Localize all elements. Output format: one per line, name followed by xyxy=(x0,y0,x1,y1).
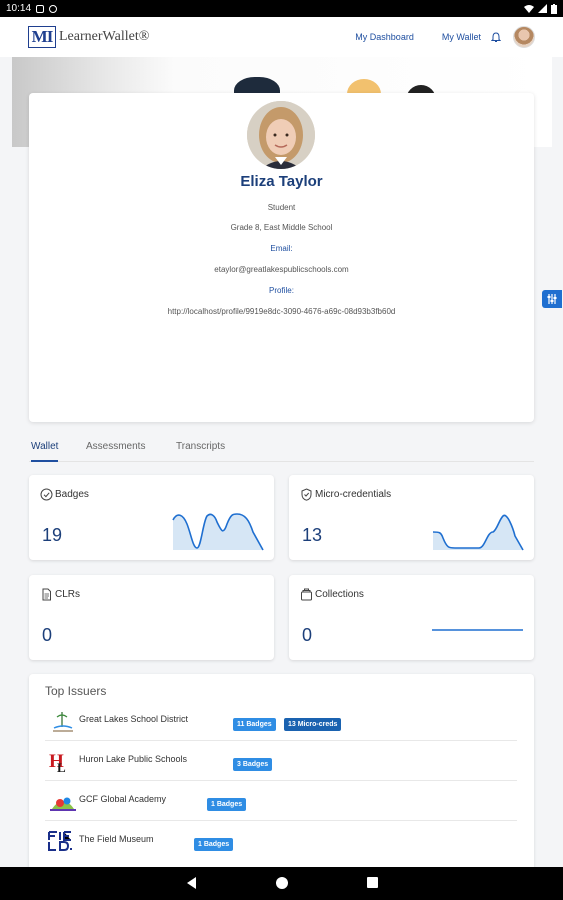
my-dashboard-link[interactable]: My Dashboard xyxy=(355,32,414,42)
recent-apps-icon[interactable] xyxy=(367,877,378,888)
clrs-label: CLRs xyxy=(55,589,81,600)
profile-name: Eliza Taylor xyxy=(240,173,323,190)
notification-icon xyxy=(36,4,45,13)
issuer-row[interactable]: Great Lakes School District 11 Badges 13… xyxy=(45,701,517,741)
logo-text: LearnerWallet® xyxy=(59,29,150,44)
profile-url-label: Profile: xyxy=(269,286,294,295)
profile-card: Eliza Taylor Student Grade 8, East Middl… xyxy=(29,93,534,422)
tab-transcripts[interactable]: Transcripts xyxy=(176,441,225,462)
badges-count: 19 xyxy=(42,525,63,545)
user-avatar[interactable] xyxy=(513,26,535,48)
issuer-name: The Field Museum xyxy=(79,834,154,844)
status-bar: 10:14 xyxy=(0,0,563,17)
field-museum-logo xyxy=(48,829,78,853)
issuer-row[interactable]: H L Huron Lake Public Schools 3 Badges xyxy=(45,741,517,781)
issuer-name: Great Lakes School District xyxy=(79,714,189,724)
badges-label: Badges xyxy=(55,489,89,500)
clrs-count: 0 xyxy=(42,625,53,645)
issuer-badge-count: 11 Badges xyxy=(233,718,276,731)
issuer-badge-count: 1 Badges xyxy=(194,838,234,851)
document-icon xyxy=(42,588,51,601)
gcf-global-logo xyxy=(50,797,76,811)
great-lakes-logo xyxy=(53,712,73,732)
clrs-card[interactable]: CLRs 0 xyxy=(29,575,274,660)
badge-check-icon xyxy=(40,488,53,501)
micro-credentials-card[interactable]: Micro-credentials 13 xyxy=(289,475,534,560)
back-icon[interactable] xyxy=(187,877,196,889)
micro-credentials-count: 13 xyxy=(302,525,323,545)
filter-button[interactable] xyxy=(542,290,562,308)
collections-label: Collections xyxy=(315,589,364,600)
profile-url[interactable]: http://localhost/profile/9919e8dc-3090-4… xyxy=(29,307,534,316)
battery-icon xyxy=(551,3,557,14)
issuer-row[interactable]: The Field Museum 1 Badges xyxy=(45,821,517,861)
issuer-name: GCF Global Academy xyxy=(79,794,167,804)
top-issuers-panel: Top Issuers Great Lakes School District … xyxy=(29,674,534,874)
sliders-icon xyxy=(547,294,557,304)
profile-school: Grade 8, East Middle School xyxy=(230,223,333,232)
profile-email: etaylor@greatlakespublicschools.com xyxy=(214,265,349,274)
issuer-name: Huron Lake Public Schools xyxy=(79,754,188,764)
top-issuers-title: Top Issuers xyxy=(45,684,107,698)
status-time: 10:14 xyxy=(6,3,32,14)
profile-role: Student xyxy=(267,203,296,212)
signal-icon xyxy=(538,4,547,13)
shield-check-icon xyxy=(301,488,312,501)
collections-card[interactable]: Collections 0 xyxy=(289,575,534,660)
collections-sparkline xyxy=(432,629,523,631)
micro-credentials-label: Micro-credentials xyxy=(315,489,392,500)
issuer-badge-count: 3 Badges xyxy=(233,758,273,771)
issuer-row[interactable]: GCF Global Academy 1 Badges xyxy=(45,781,517,821)
svg-text:L: L xyxy=(57,760,66,773)
system-navigation-bar xyxy=(0,867,563,900)
my-wallet-link[interactable]: My Wallet xyxy=(442,32,481,42)
wifi-icon xyxy=(524,5,534,13)
badges-sparkline xyxy=(172,513,264,551)
issuer-badge-count: 1 Badges xyxy=(207,798,247,811)
tab-assessments[interactable]: Assessments xyxy=(86,441,145,462)
micro-credentials-sparkline xyxy=(432,514,524,551)
sync-icon xyxy=(49,4,58,13)
wallet-tabs: Wallet Assessments Transcripts xyxy=(29,440,534,462)
folder-stack-icon xyxy=(301,588,312,601)
collections-count: 0 xyxy=(302,625,313,645)
learnerwallet-logo[interactable]: MI LearnerWallet® xyxy=(28,26,149,48)
tab-wallet[interactable]: Wallet xyxy=(31,441,59,462)
top-navigation: MI LearnerWallet® My Dashboard My Wallet xyxy=(0,17,563,57)
badges-card[interactable]: Badges 19 xyxy=(29,475,274,560)
logo-mark: MI xyxy=(28,26,56,48)
bell-icon[interactable] xyxy=(491,31,501,43)
huron-lake-logo: H L xyxy=(49,751,66,773)
issuer-microcred-count: 13 Micro-creds xyxy=(284,718,342,731)
home-icon[interactable] xyxy=(276,877,288,889)
email-label: Email: xyxy=(270,244,293,253)
profile-photo xyxy=(247,101,315,169)
